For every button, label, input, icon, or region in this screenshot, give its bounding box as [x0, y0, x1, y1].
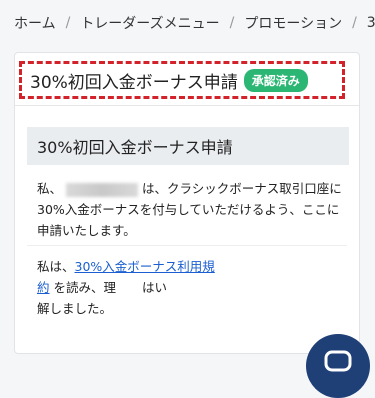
status-badge: 承認済み [243, 68, 308, 92]
breadcrumb-home[interactable]: ホーム [14, 13, 56, 33]
bonus-application-card: 30%初回入金ボーナス申請 承認済み 30%初回入金ボーナス申請 私、 は、クラシ… [14, 52, 360, 354]
breadcrumb-separator: / [229, 15, 235, 31]
agree-label: はい [142, 280, 168, 295]
title-highlight: 30%初回入金ボーナス申請 承認済み [19, 61, 345, 99]
chat-icon [323, 334, 353, 378]
breadcrumb: ホーム / トレーダーズメニュー / プロモーション / 3 [0, 0, 375, 46]
terms-prefix: 私は、 [37, 259, 75, 274]
section-title: 30%初回入金ボーナス申請 [27, 127, 349, 165]
divider [27, 245, 347, 246]
page-title: 30%初回入金ボーナス申請 [30, 72, 238, 93]
terms-statement: 私は、30%入金ボーナス利用規約 を読み、理 はい 解しました。 [37, 256, 217, 319]
terms-suffix: 解しました。 [37, 301, 113, 316]
breadcrumb-traders-menu[interactable]: トレーダーズメニュー [80, 13, 219, 33]
blurred-name [66, 182, 139, 197]
terms-middle: を読み、理 [53, 280, 117, 295]
divider [15, 105, 359, 106]
breadcrumb-separator: / [352, 15, 357, 31]
breadcrumb-promotion[interactable]: プロモーション [244, 13, 342, 33]
chat-button[interactable] [306, 334, 370, 398]
application-statement: 私、 は、クラシックボーナス取引口座に30%入金ボーナスを付与していただけるよう、… [37, 178, 347, 241]
statement-prefix: 私、 [37, 181, 63, 196]
breadcrumb-current: 3 [366, 15, 375, 31]
breadcrumb-separator: / [65, 15, 71, 31]
